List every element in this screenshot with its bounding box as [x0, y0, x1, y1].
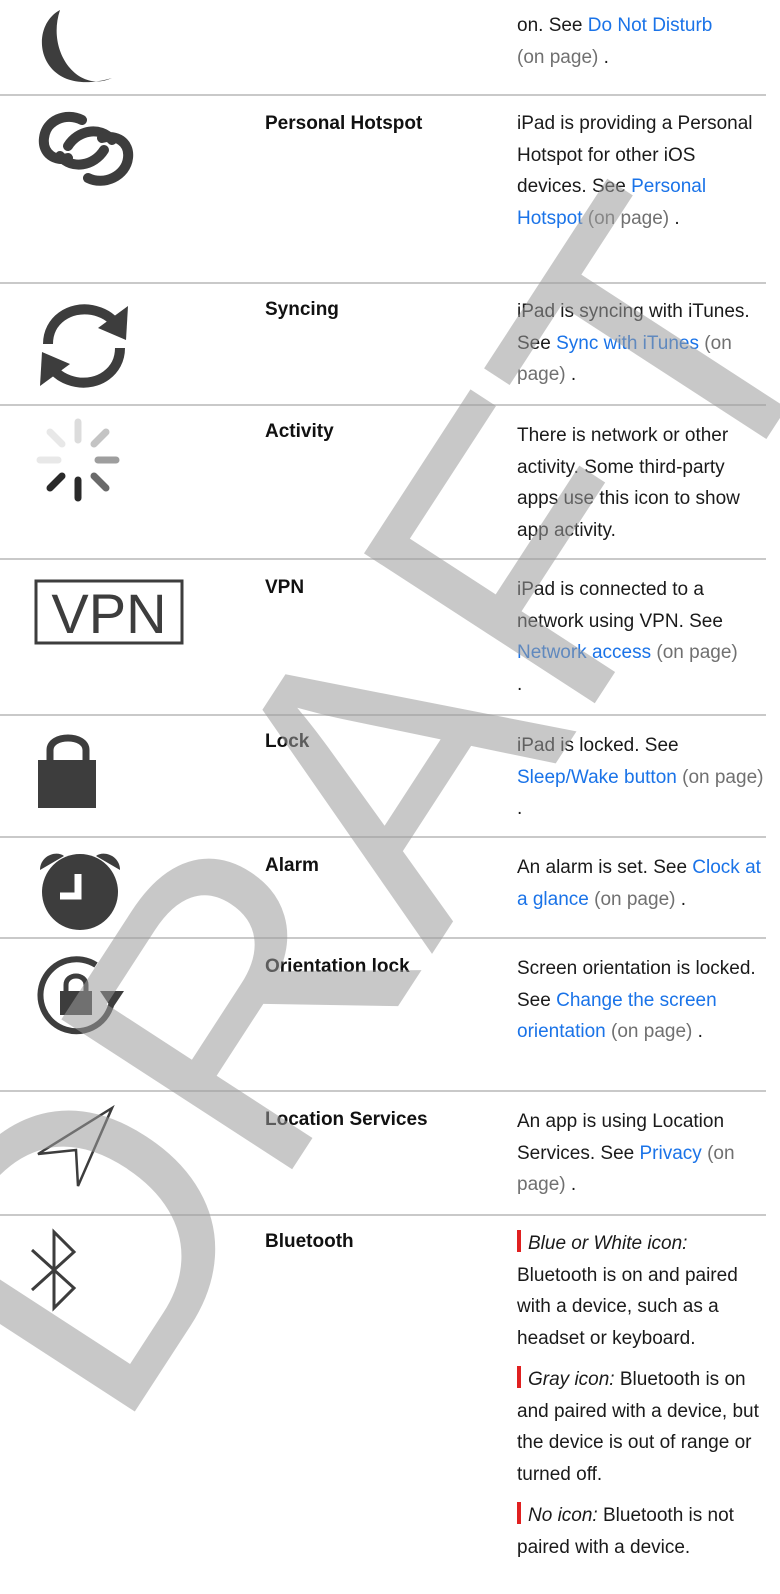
row-description: There is network or other activity. Some… — [517, 425, 740, 541]
bluetooth-description: Blue or White icon: Bluetooth is on and … — [517, 1228, 765, 1573]
row-name: Location Services — [265, 1109, 428, 1130]
row-description: iPad is locked. See Sleep/Wake button (o… — [517, 735, 764, 819]
activity-spinner-icon — [36, 418, 196, 518]
row-name: Lock — [265, 731, 310, 752]
row-description: on. See Do Not Disturb (on page) . — [517, 15, 713, 68]
bullet-bar — [517, 1230, 521, 1252]
row-divider — [0, 714, 766, 716]
row-description: An app is using Location Services. See P… — [517, 1111, 735, 1195]
bluetooth-state-item: No icon: Bluetooth is not paired with a … — [517, 1500, 765, 1563]
vpn-icon: VPN — [0, 579, 184, 679]
row-divider — [0, 1214, 766, 1216]
row-name: VPN — [265, 577, 305, 598]
bluetooth-state-item: Gray icon: Bluetooth is on and paired wi… — [517, 1364, 765, 1490]
row-divider — [0, 282, 766, 284]
row-divider — [0, 1090, 766, 1092]
row-name: Orientation lock — [265, 956, 410, 977]
row-name: Alarm — [265, 855, 319, 876]
link-network-access[interactable]: Network access — [517, 642, 651, 663]
link-sleep-wake-button[interactable]: Sleep/Wake button — [517, 767, 677, 788]
row-name: Bluetooth — [265, 1231, 354, 1252]
row-divider — [0, 836, 766, 838]
alarm-clock-icon — [36, 848, 196, 948]
bluetooth-icon — [28, 1226, 188, 1326]
sync-arrows-icon — [36, 300, 196, 400]
row-description: iPad is connected to a network using VPN… — [517, 579, 738, 695]
link-chain-icon — [38, 110, 198, 210]
orientation-lock-icon — [34, 951, 194, 1051]
row-name: Syncing — [265, 299, 339, 320]
link-privacy[interactable]: Privacy — [640, 1143, 702, 1164]
row-description: iPad is providing a Personal Hotspot for… — [517, 113, 753, 229]
moon-icon — [32, 8, 192, 108]
bullet-bar — [517, 1366, 521, 1388]
row-divider — [0, 94, 766, 96]
row-name: Activity — [265, 421, 334, 442]
row-description: An alarm is set. See Clock at a glance (… — [517, 857, 761, 910]
row-description: iPad is syncing with iTunes. See Sync wi… — [517, 301, 750, 385]
link-sync-with-itunes[interactable]: Sync with iTunes — [556, 333, 699, 354]
row-name: Personal Hotspot — [265, 113, 423, 134]
location-arrow-icon — [36, 1104, 196, 1204]
row-divider — [0, 558, 766, 560]
bluetooth-state-item: Blue or White icon: Bluetooth is on and … — [517, 1228, 765, 1354]
row-divider — [0, 404, 766, 406]
link-do-not-disturb[interactable]: Do Not Disturb — [588, 15, 713, 36]
row-description: Screen orientation is locked. See Change… — [517, 958, 756, 1042]
padlock-icon — [36, 726, 196, 826]
vpn-icon-label: VPN — [51, 582, 166, 645]
bullet-bar — [517, 1502, 521, 1524]
row-divider — [0, 937, 766, 939]
